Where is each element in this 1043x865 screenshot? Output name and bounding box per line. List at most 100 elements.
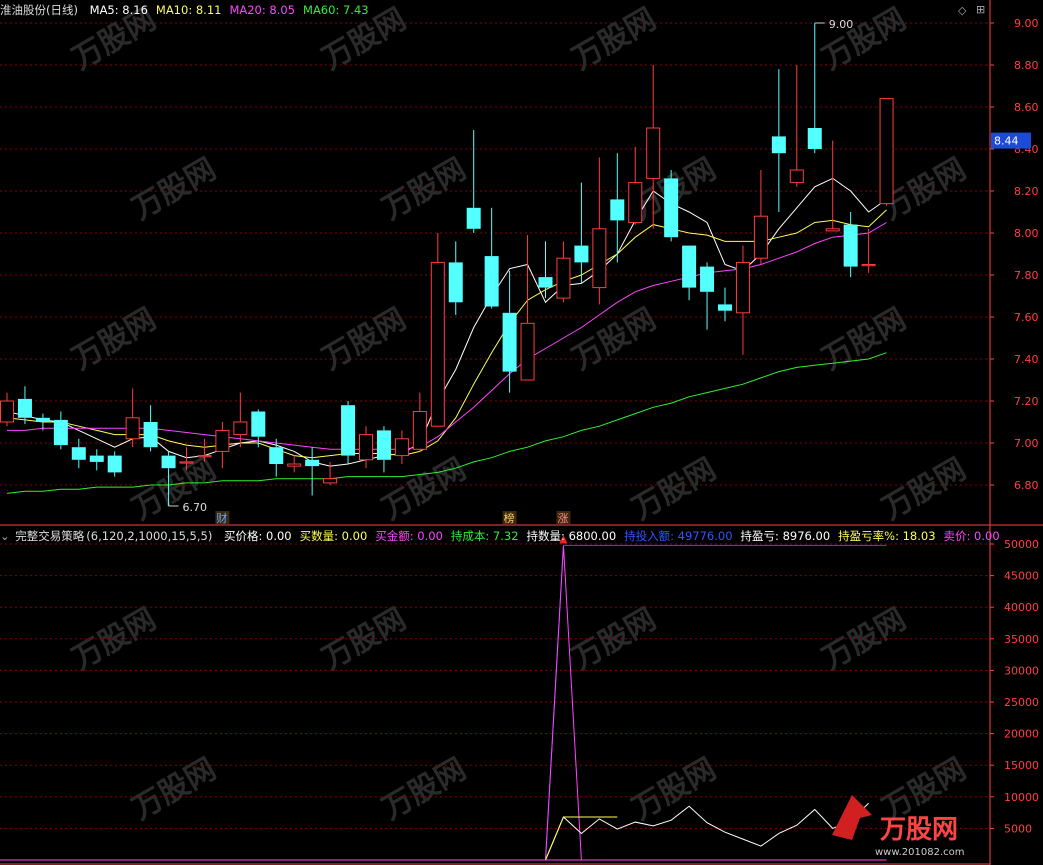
candle-body — [89, 455, 104, 462]
y-tick-label: 7.40 — [1014, 353, 1039, 366]
candle-body — [341, 405, 356, 456]
indicator-line-持投入额 — [527, 545, 564, 861]
candle-body — [502, 312, 517, 372]
candle-body — [574, 245, 589, 263]
candle-body — [646, 127, 661, 179]
indicator-value-item: 持投入额: 49776.00 — [624, 529, 733, 543]
indicator-params: (6,120,2,1000,15,5,5) — [86, 529, 213, 543]
indicator-value-item: 持盈亏率%: 18.03 — [838, 529, 936, 543]
y-tick-label: 10000 — [1004, 791, 1039, 804]
candle-body — [466, 207, 481, 229]
y-tick-label: 35000 — [1004, 633, 1039, 646]
watermark-text: 万股网 — [127, 152, 222, 227]
watermark-text: 万股网 — [627, 752, 722, 827]
ma-legend-item: MA5: 8.16 — [89, 3, 148, 17]
low-price-label: 6.70 — [183, 501, 208, 514]
indicator-value-item: 买数量: 0.00 — [299, 529, 368, 543]
candle-body — [71, 447, 86, 460]
watermark-text: 万股网 — [567, 2, 662, 77]
y-tick-label: 8.00 — [1014, 227, 1039, 240]
diamond-icon[interactable]: ◇ — [958, 4, 966, 17]
y-tick-label: 15000 — [1004, 759, 1039, 772]
candle-body — [843, 224, 858, 267]
logo-arrow-icon — [832, 795, 872, 840]
indicator-line-买数量 — [527, 816, 618, 861]
candle-body — [448, 262, 463, 303]
main-chart-header: 淮油股份(日线) MA5: 8.16 MA10: 8.11 MA20: 8.05 MA… — [0, 2, 373, 18]
watermark-text: 万股网 — [377, 752, 472, 827]
candle-body — [664, 178, 679, 238]
candle-body — [430, 261, 445, 427]
candle-body — [305, 459, 320, 467]
marker-bang: 榜 — [504, 511, 515, 525]
watermark-text: 万股网 — [567, 302, 662, 377]
candle-body — [682, 245, 697, 288]
candle-body — [412, 411, 427, 450]
indicator-value-item: 持成本: 7.32 — [450, 529, 519, 543]
candle-body — [125, 417, 140, 440]
y-tick-label: 25000 — [1004, 696, 1039, 709]
stock-title[interactable]: 淮油股份(日线) — [0, 3, 78, 17]
candle-body — [197, 455, 212, 458]
y-tick-label: 9.00 — [1014, 17, 1039, 30]
high-price-label: 9.00 — [829, 18, 854, 31]
candle-body — [610, 199, 625, 221]
y-tick-label: 8.20 — [1014, 185, 1039, 198]
watermark-text: 万股网 — [877, 452, 972, 527]
indicator-value-item: 卖价: 0.00 — [943, 529, 1000, 543]
current-price-label: 8.44 — [994, 135, 1019, 148]
candle-body — [861, 264, 876, 267]
marker-zhang: 涨 — [557, 512, 568, 525]
candle-body — [771, 136, 786, 154]
candle-body — [179, 461, 194, 464]
y-tick-label: 7.60 — [1014, 311, 1039, 324]
y-tick-label: 20000 — [1004, 728, 1039, 741]
y-tick-label: 40000 — [1004, 601, 1039, 614]
candle-body — [359, 434, 373, 461]
expand-icon[interactable]: ⊞ — [976, 3, 985, 16]
candle-body — [753, 215, 768, 259]
ma-legend-item: MA60: 7.43 — [303, 3, 369, 17]
ma-legend: MA5: 8.16 MA10: 8.11 MA20: 8.05 MA60: 7.43 — [84, 3, 371, 17]
watermark-text: 万股网 — [817, 302, 912, 377]
candle-body — [735, 261, 750, 314]
candle-body — [143, 422, 158, 448]
y-tick-label: 6.80 — [1014, 479, 1039, 492]
watermark-text: 万股网 — [377, 152, 472, 227]
watermark-text: 万股网 — [67, 302, 162, 377]
candle-body — [718, 304, 732, 311]
indicator-value-item: 买价格: 0.00 — [223, 529, 292, 543]
candle-body — [879, 98, 894, 205]
indicator-header: ⌄ 完整交易策略 (6,120,2,1000,15,5,5) 买价格: 0.00 买… — [0, 528, 1004, 544]
candle-body — [394, 438, 409, 457]
candle-body — [251, 411, 266, 437]
indicator-title[interactable]: 完整交易策略 — [15, 529, 84, 543]
candle-body — [215, 429, 230, 452]
indicator-line-卖价 — [527, 545, 582, 861]
watermark-text: 万股网 — [817, 2, 912, 77]
ma-legend-item: MA20: 8.05 — [229, 3, 296, 17]
y-tick-label: 45000 — [1004, 570, 1039, 583]
y-tick-label: 30000 — [1004, 664, 1039, 677]
candle-body — [825, 228, 840, 232]
candle-body — [53, 419, 68, 446]
y-tick-label: 7.80 — [1014, 269, 1039, 282]
candle-body — [592, 228, 607, 289]
collapse-icon[interactable]: ⌄ — [0, 529, 10, 543]
watermark-text: 万股网 — [317, 302, 412, 377]
stock-chart-window: 9.00 8.80 8.60 8.40 8.20 8.00 7.80 7.60 7.40 7.20… — [0, 0, 1043, 865]
indicator-value-item: 持数量: 6800.00 — [526, 529, 617, 543]
candle-body — [628, 182, 643, 224]
candle-body — [269, 447, 284, 464]
y-tick-label: 7.20 — [1014, 395, 1039, 408]
watermark-text: 万股网 — [127, 752, 222, 827]
candle-body — [161, 455, 176, 469]
chart-canvas[interactable]: 9.008.808.608.408.208.007.807.607.407.20… — [0, 0, 1043, 865]
y-tick-label: 8.60 — [1014, 101, 1039, 114]
candle-body — [556, 257, 571, 299]
candle-body — [538, 277, 553, 288]
logo-url: www.201082.com — [875, 847, 965, 858]
y-tick-label: 50000 — [1004, 538, 1039, 551]
candle-body — [0, 400, 14, 423]
candle-body — [520, 322, 535, 381]
